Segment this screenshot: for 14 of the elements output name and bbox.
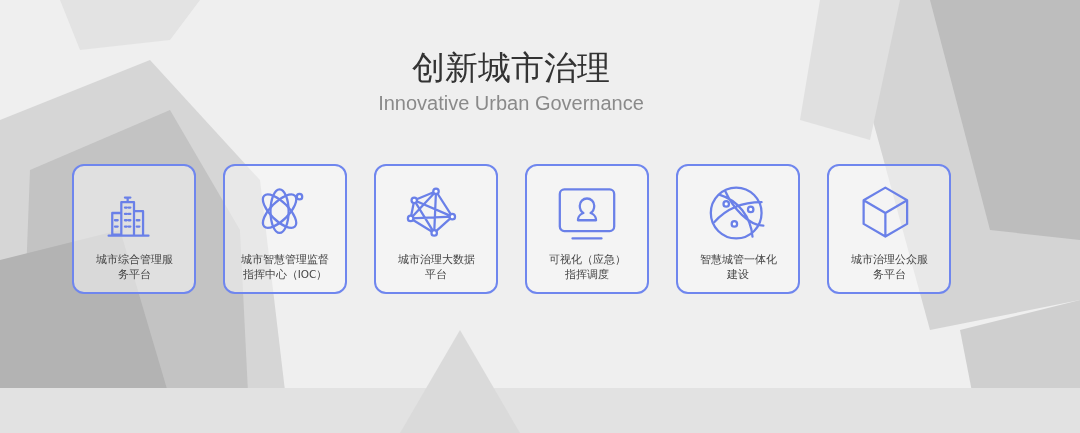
card-label: 可视化（应急） 指挥调度 (548, 252, 626, 282)
card-label: 城市治理公众服 务平台 (850, 252, 928, 282)
service-card[interactable]: 城市智慧管理监督 指挥中心（IOC） (223, 164, 347, 294)
card-label: 城市综合管理服 务平台 (95, 252, 173, 282)
page-subtitle: Innovative Urban Governance (378, 91, 644, 116)
card-label: 城市智慧管理监督 指挥中心（IOC） (241, 252, 329, 282)
card-label: 智慧城管一体化 建设 (699, 252, 777, 282)
service-card[interactable]: 智慧城管一体化 建设 (676, 164, 800, 294)
service-card[interactable]: 城市综合管理服 务平台 (72, 164, 196, 294)
service-card[interactable]: 城市治理大数据 平台 (374, 164, 498, 294)
page-title: 创新城市治理 (412, 47, 610, 89)
card-label: 城市治理大数据 平台 (397, 252, 475, 282)
service-card[interactable]: 城市治理公众服 务平台 (827, 164, 951, 294)
service-card[interactable]: 可视化（应急） 指挥调度 (525, 164, 649, 294)
